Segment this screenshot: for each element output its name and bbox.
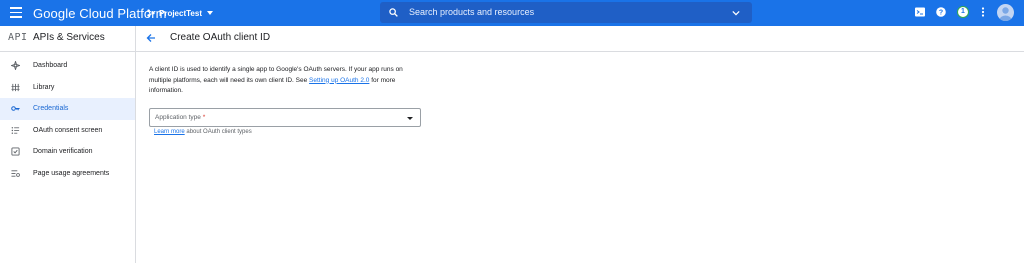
sidebar-item-oauth-consent-screen[interactable]: OAuth consent screen [0, 120, 135, 142]
select-label-text: Application type [155, 114, 201, 121]
sidebar-item-dashboard[interactable]: Dashboard [0, 55, 135, 77]
sidebar-nav: Dashboard Library Credentials OAuth cons… [0, 55, 135, 184]
sidebar-item-label: Page usage agreements [33, 169, 110, 177]
section-title: APIs & Services [33, 32, 105, 43]
project-selector[interactable]: ProjectTest [147, 6, 213, 20]
sidebar-item-library[interactable]: Library [0, 77, 135, 99]
svg-text:?: ? [939, 9, 943, 16]
menu-icon[interactable] [10, 7, 22, 19]
sidebar-item-credentials[interactable]: Credentials [0, 98, 135, 120]
required-mark: * [202, 114, 206, 121]
back-arrow-icon[interactable] [146, 33, 156, 43]
notification-badge[interactable]: 1 [957, 6, 969, 18]
sidebar-item-label: Library [33, 83, 55, 91]
search-input[interactable]: Search products and resources [409, 7, 534, 17]
project-name: ProjectTest [159, 8, 202, 18]
avatar[interactable] [997, 4, 1014, 21]
key-icon [11, 106, 20, 112]
user-icon [999, 7, 1012, 21]
sidebar-item-label: Domain verification [33, 148, 93, 156]
library-icon [11, 83, 20, 91]
sidebar-item-page-usage-agreements[interactable]: Page usage agreements [0, 163, 135, 185]
setting-up-oauth-link[interactable]: Setting up OAuth 2.0 [309, 77, 369, 84]
description-text: A client ID is used to identify a single… [149, 65, 424, 97]
application-type-label: Application type * [155, 114, 205, 121]
chevron-down-icon[interactable] [732, 9, 740, 17]
sidebar-item-label: OAuth consent screen [33, 126, 103, 134]
application-type-select[interactable]: Application type * [149, 108, 421, 127]
sidebar-divider [135, 26, 136, 263]
chevron-down-icon [206, 11, 213, 15]
project-icon [147, 9, 155, 17]
sidebar-item-label: Dashboard [33, 62, 68, 70]
help-icon[interactable]: ? [935, 6, 947, 18]
consent-icon [11, 126, 20, 134]
dropdown-arrow-icon [407, 117, 413, 120]
cloud-shell-icon[interactable] [914, 6, 926, 18]
more-vert-icon[interactable] [977, 6, 989, 18]
checkbox-icon [11, 147, 20, 156]
helper-suffix: about OAuth client types [184, 129, 252, 135]
page-title: Create OAuth client ID [170, 32, 271, 43]
helper-text: Learn more about OAuth client types [154, 129, 252, 135]
learn-more-link[interactable]: Learn more [154, 129, 185, 135]
settings-list-icon [11, 170, 20, 177]
sidebar-item-domain-verification[interactable]: Domain verification [0, 141, 135, 163]
dashboard-icon [11, 61, 20, 71]
top-app-bar: Google Cloud Platform ProjectTest Search… [0, 0, 1024, 26]
sidebar-item-label: Credentials [33, 105, 69, 113]
search-bar[interactable]: Search products and resources [380, 2, 752, 23]
api-logo: API [8, 32, 28, 43]
search-icon [389, 8, 398, 17]
